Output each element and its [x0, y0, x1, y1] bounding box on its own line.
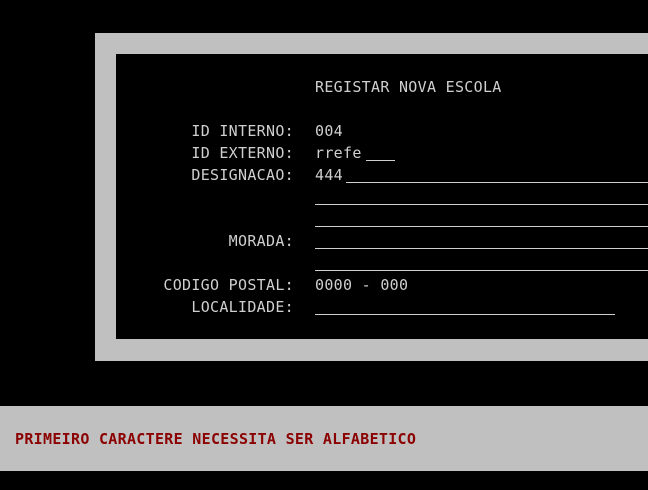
morada-underline-2[interactable]: [315, 248, 648, 249]
status-message: PRIMEIRO CARACTERE NECESSITA SER ALFABET…: [15, 430, 417, 448]
codigo-postal-label: CODIGO POSTAL:: [163, 276, 294, 294]
morada-label: MORADA:: [228, 232, 294, 250]
morada-underline-1[interactable]: [315, 226, 648, 227]
form-title: REGISTAR NOVA ESCOLA: [315, 78, 502, 96]
localidade-field[interactable]: [315, 314, 615, 315]
id-interno-value: 004: [315, 122, 343, 140]
morada-underline-3[interactable]: [315, 270, 648, 271]
localidade-label: LOCALIDADE:: [191, 298, 294, 316]
designacao-underline: [346, 182, 648, 183]
codigo-postal-field[interactable]: 0000 - 000: [315, 274, 408, 296]
id-externo-underline: [366, 160, 395, 161]
id-externo-label: ID EXTERNO:: [191, 144, 294, 162]
terminal-screen: REGISTAR NOVA ESCOLA ID INTERNO: 004 ID …: [0, 0, 648, 490]
designacao-field[interactable]: 444: [315, 164, 343, 186]
id-externo-field[interactable]: rrefe: [315, 142, 362, 164]
id-interno-label: ID INTERNO:: [191, 122, 294, 140]
designacao-label: DESIGNACAO:: [191, 166, 294, 184]
designacao-underline-2: [315, 204, 648, 205]
